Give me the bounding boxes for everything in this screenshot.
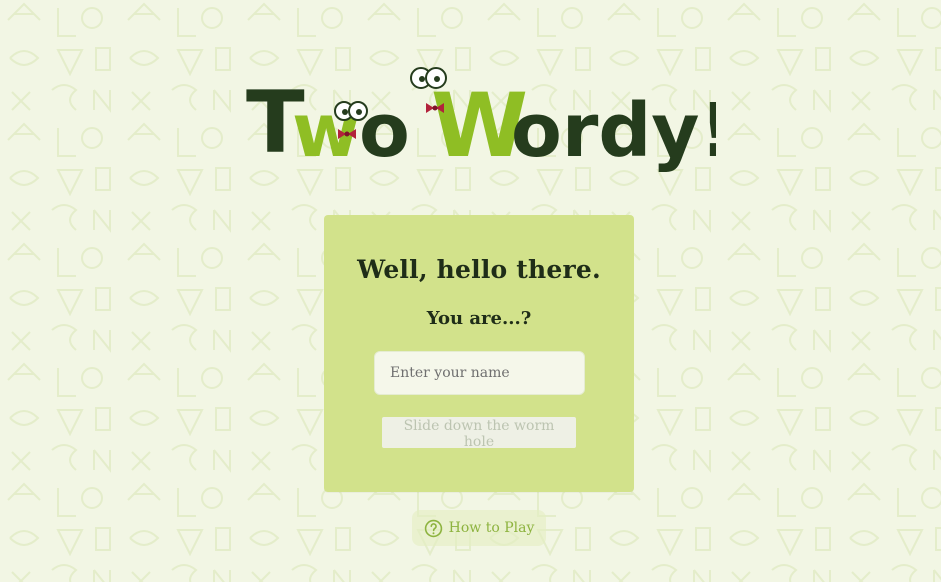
welcome-title: Well, hello there. [357,255,601,284]
submit-button[interactable]: Slide down the worm hole [382,417,576,450]
question-circle-icon [424,519,442,537]
worm-eyes-left [334,101,368,121]
logo-letter-w: w [292,88,360,174]
name-prompt: You are...? [426,308,532,329]
how-to-play-link[interactable]: How to Play [412,510,546,546]
name-input[interactable] [374,351,585,395]
logo-word-rest: ordy! [511,88,716,174]
logo: T w o W ordy! [246,67,716,177]
how-to-play-label: How to Play [448,520,535,536]
worm-eyes-right [410,67,447,89]
welcome-card: Well, hello there. You are...? Slide dow… [324,215,634,492]
logo-letter-o: o [359,88,410,174]
